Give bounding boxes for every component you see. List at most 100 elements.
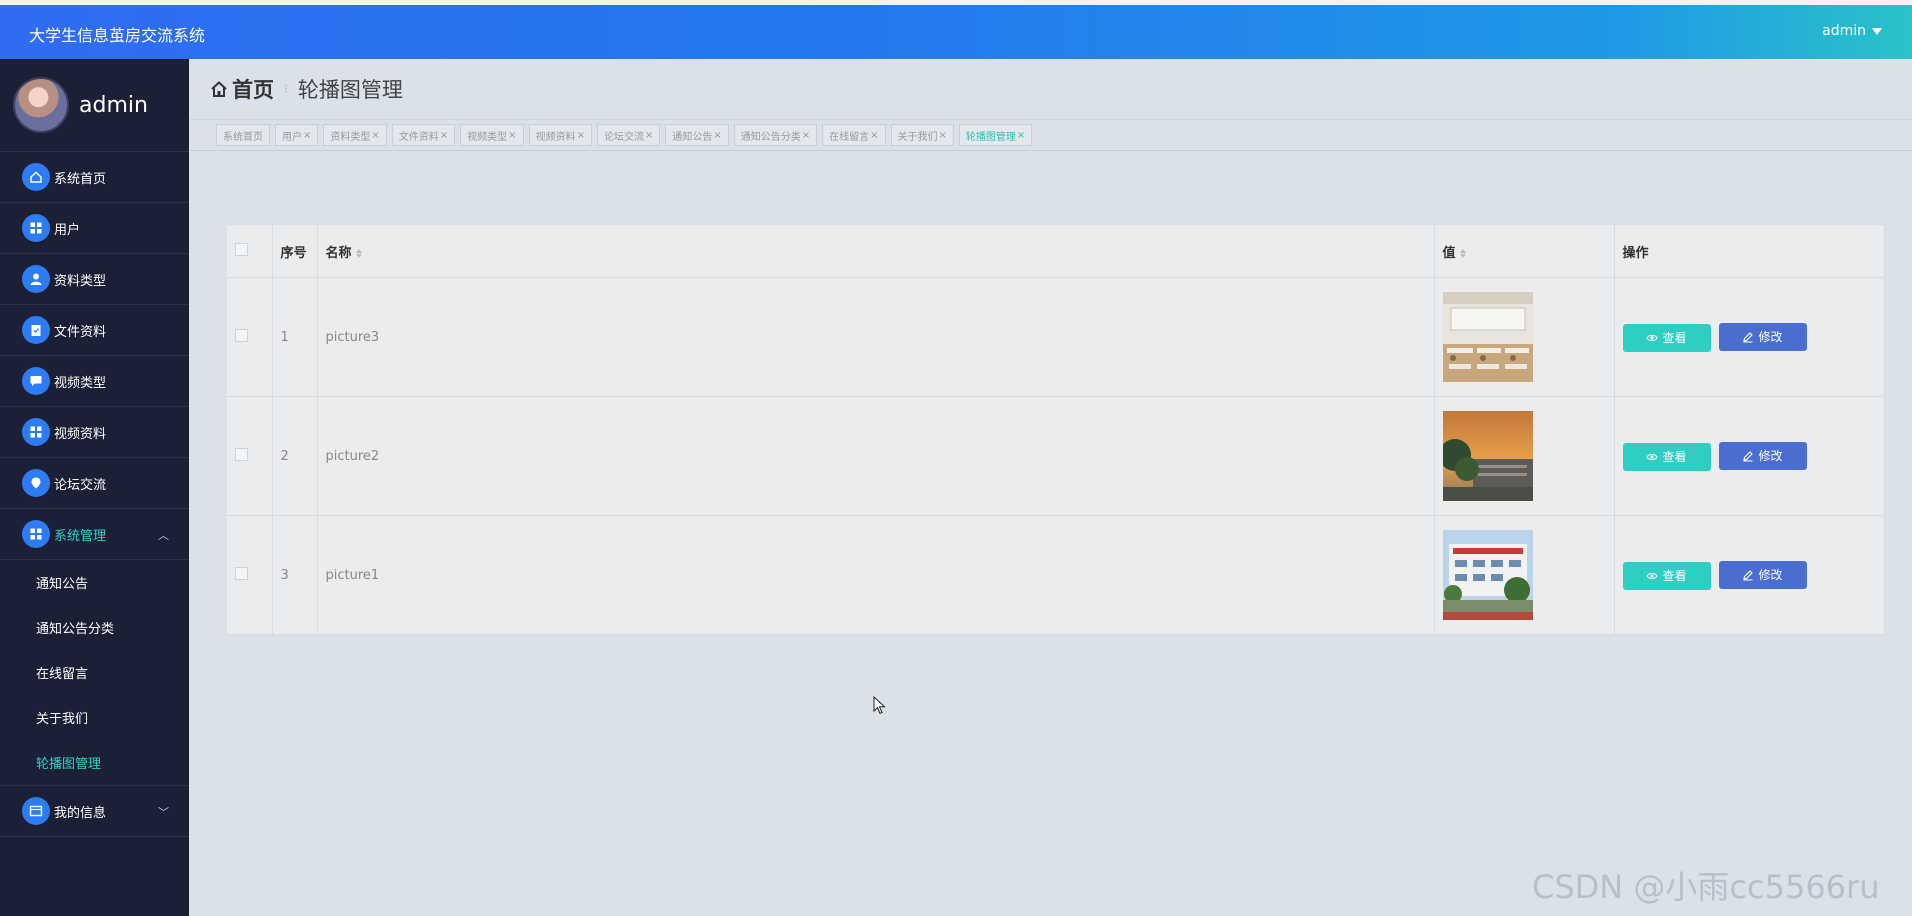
col-index: 序号 [272, 225, 318, 278]
tab-item[interactable]: 关于我们 × [890, 124, 954, 146]
eye-icon [1646, 453, 1659, 460]
tab-item[interactable]: 论坛交流 × [596, 124, 661, 146]
sort-icon[interactable] [1459, 248, 1466, 258]
carousel-image[interactable] [1442, 292, 1606, 382]
tab-item[interactable]: 通知公告分类 × [733, 124, 818, 146]
col-value[interactable]: 值 [1434, 225, 1615, 278]
sidebar-subitem-carousel[interactable]: 轮播图管理 [0, 740, 189, 785]
col-value-label: 值 [1442, 245, 1456, 261]
row-checkbox[interactable] [235, 447, 248, 461]
table-row: 3 picture1 查看 修改 [227, 515, 1885, 635]
edit-icon [1743, 331, 1754, 342]
breadcrumb-current: 轮播图管理 [297, 78, 403, 102]
edit-button[interactable]: 修改 [1718, 322, 1807, 351]
sidebar-subitem-notice[interactable]: 通知公告 [0, 560, 189, 605]
sidebar-item-files[interactable]: 文件资料 [0, 305, 189, 356]
eye-icon [1646, 334, 1659, 341]
close-icon[interactable]: × [870, 130, 878, 141]
carousel-image[interactable] [1442, 530, 1606, 620]
profile: admin [0, 59, 189, 152]
tabs-list: 系统首页 用户 × 资料类型 × 文件资料 × 视频类型 × 视频资料 × 论坛交流 × 通知公告 × 通知公… [216, 124, 1033, 146]
close-icon[interactable]: × [713, 130, 721, 141]
close-icon[interactable]: × [645, 130, 653, 141]
tab-label: 通知公告 [672, 131, 713, 143]
table-row: 1 picture3 查看 修改 [227, 277, 1885, 397]
tab-item[interactable]: 资料类型 × [323, 124, 387, 146]
row-select-cell [227, 515, 273, 635]
row-actions: 查看 修改 [1614, 396, 1885, 516]
row-checkbox[interactable] [235, 566, 248, 580]
close-icon[interactable]: × [802, 130, 810, 141]
app-title: 大学生信息茧房交流系统 [29, 26, 206, 45]
tab-item[interactable]: 通知公告 × [665, 124, 729, 146]
sidebar-item-label: 视频资料 [54, 426, 107, 442]
view-button[interactable]: 查看 [1622, 323, 1711, 352]
select-all-checkbox[interactable] [235, 242, 248, 256]
view-button[interactable]: 查看 [1622, 561, 1711, 590]
row-actions: 查看 修改 [1614, 515, 1885, 635]
card-icon [22, 797, 50, 825]
clipboard-icon [22, 316, 50, 344]
caret-down-icon [1872, 27, 1882, 35]
tab-label: 用户 [282, 131, 302, 143]
sidebar-item-material-type[interactable]: 资料类型 [0, 254, 189, 305]
sidebar-subitem-notice-category[interactable]: 通知公告分类 [0, 605, 189, 650]
sidebar-item-users[interactable]: 用户 [0, 203, 189, 254]
tab-item[interactable]: 文件资料 × [391, 124, 456, 146]
tab-label: 在线留言 [829, 131, 870, 143]
row-value [1434, 515, 1615, 635]
view-button-label: 查看 [1662, 331, 1687, 345]
sidebar-item-video-type[interactable]: 视频类型 [0, 356, 189, 407]
sidebar-item-videos[interactable]: 视频资料 [0, 407, 189, 458]
mouse-cursor-icon [873, 696, 886, 715]
close-icon[interactable]: × [508, 130, 516, 141]
sidebar-item-forum[interactable]: 论坛交流 [0, 458, 189, 509]
sidebar: admin 系统首页 用户 资料类型 文件资料 视频类型 视频资料 论坛交流 系… [0, 59, 189, 916]
sidebar-subitem-about[interactable]: 关于我们 [0, 695, 189, 740]
pin-icon [22, 469, 50, 497]
breadcrumb-home[interactable]: 首页 [209, 74, 274, 104]
sidebar-group-system[interactable]: 系统管理 ︿ [0, 509, 189, 560]
carousel-image[interactable] [1442, 411, 1606, 501]
tab-item[interactable]: 系统首页 [216, 124, 270, 146]
row-index: 1 [272, 277, 318, 397]
sidebar-item-label: 我的信息 [54, 805, 107, 821]
view-button[interactable]: 查看 [1622, 442, 1711, 471]
data-table: 序号 名称 值 操作 1 picture3 查看 修改 2 picture2 查看 修改 3 pi… [226, 224, 1885, 636]
tab-label: 关于我们 [897, 131, 938, 143]
profile-username: admin [79, 92, 148, 118]
table-header-row: 序号 名称 值 操作 [227, 225, 1885, 278]
close-icon[interactable]: × [371, 130, 379, 141]
sidebar-item-label: 视频类型 [54, 375, 107, 391]
tab-item[interactable]: 用户 × [275, 124, 319, 146]
close-icon[interactable]: × [577, 130, 585, 141]
sidebar-item-home[interactable]: 系统首页 [0, 152, 189, 203]
top-header: 大学生信息茧房交流系统 admin [0, 5, 1912, 59]
edit-button[interactable]: 修改 [1718, 441, 1807, 470]
sidebar-subitem-messages[interactable]: 在线留言 [0, 650, 189, 695]
sort-icon[interactable] [355, 248, 362, 258]
user-icon [22, 265, 50, 293]
view-button-label: 查看 [1662, 450, 1687, 464]
tab-item[interactable]: 轮播图管理 × [958, 124, 1033, 146]
sidebar-item-my-info[interactable]: 我的信息 ﹀ [0, 786, 189, 837]
row-name: picture1 [317, 515, 1435, 635]
close-icon[interactable]: × [1017, 130, 1025, 141]
close-icon[interactable]: × [440, 130, 448, 141]
system-submenu: 通知公告 通知公告分类 在线留言 关于我们 轮播图管理 [0, 560, 189, 786]
close-icon[interactable]: × [303, 130, 311, 141]
row-checkbox[interactable] [235, 328, 248, 342]
row-value [1434, 396, 1615, 516]
tab-item[interactable]: 在线留言 × [822, 124, 886, 146]
tab-item[interactable]: 视频类型 × [460, 124, 524, 146]
tabs-bar: 系统首页 用户 × 资料类型 × 文件资料 × 视频类型 × 视频资料 × 论坛交流 × 通知公告 × 通知公… [189, 119, 1912, 151]
edit-button[interactable]: 修改 [1718, 560, 1807, 589]
tab-label: 资料类型 [330, 131, 371, 143]
user-name: admin [1822, 23, 1866, 39]
sidebar-item-label: 用户 [54, 222, 81, 238]
user-menu[interactable]: admin [1822, 23, 1882, 39]
col-name[interactable]: 名称 [317, 225, 1435, 278]
tab-item[interactable]: 视频资料 × [528, 124, 592, 146]
close-icon[interactable]: × [939, 130, 947, 141]
col-name-label: 名称 [325, 245, 352, 261]
